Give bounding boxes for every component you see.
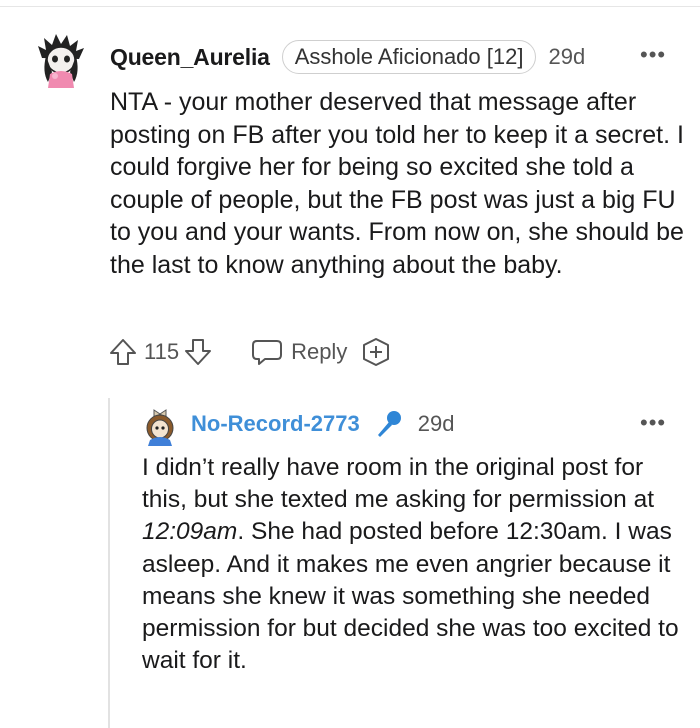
avatar[interactable] [34,32,86,88]
user-flair: Asshole Aficionado [12] [281,40,537,74]
comment-age: 29d [417,411,455,436]
thread-line[interactable] [108,398,110,728]
comment-age: 29d [548,44,586,69]
overflow-dots-icon[interactable]: ••• [640,412,666,434]
avatar[interactable] [142,404,180,446]
comment-actions: 115 Reply [108,334,391,370]
comment-meta: No-Record-2773 29d [191,409,454,439]
comment-body: I didn’t really have room in the origina… [142,452,690,677]
upvote-arrow-icon [110,339,136,365]
body-text: I didn’t really have room in the origina… [142,454,655,514]
reply-button[interactable]: Reply [251,337,347,367]
award-button[interactable] [361,337,391,367]
body-text: . She had posted before 12:30am. I was a… [142,518,679,675]
microphone-icon [374,409,404,439]
reply-label: Reply [291,339,348,364]
body-time-italic: 12:09am [142,518,238,546]
award-plus-icon [363,338,390,366]
comment-meta: Queen_Aurelia Asshole Aficionado [12] 29… [110,40,585,74]
comment-queen-aurelia: Queen_Aurelia Asshole Aficionado [12] 29… [0,0,700,400]
reply-bubble-icon [252,340,283,365]
downvote-button[interactable] [183,337,213,367]
upvote-button[interactable] [108,337,138,367]
op-username[interactable]: No-Record-2773 [191,411,360,437]
username[interactable]: Queen_Aurelia [110,44,270,71]
downvote-arrow-icon [185,339,212,365]
overflow-dots-icon[interactable]: ••• [640,44,666,66]
comment-body: NTA - your mother deserved that message … [110,88,684,279]
vote-count: 115 [144,339,180,364]
